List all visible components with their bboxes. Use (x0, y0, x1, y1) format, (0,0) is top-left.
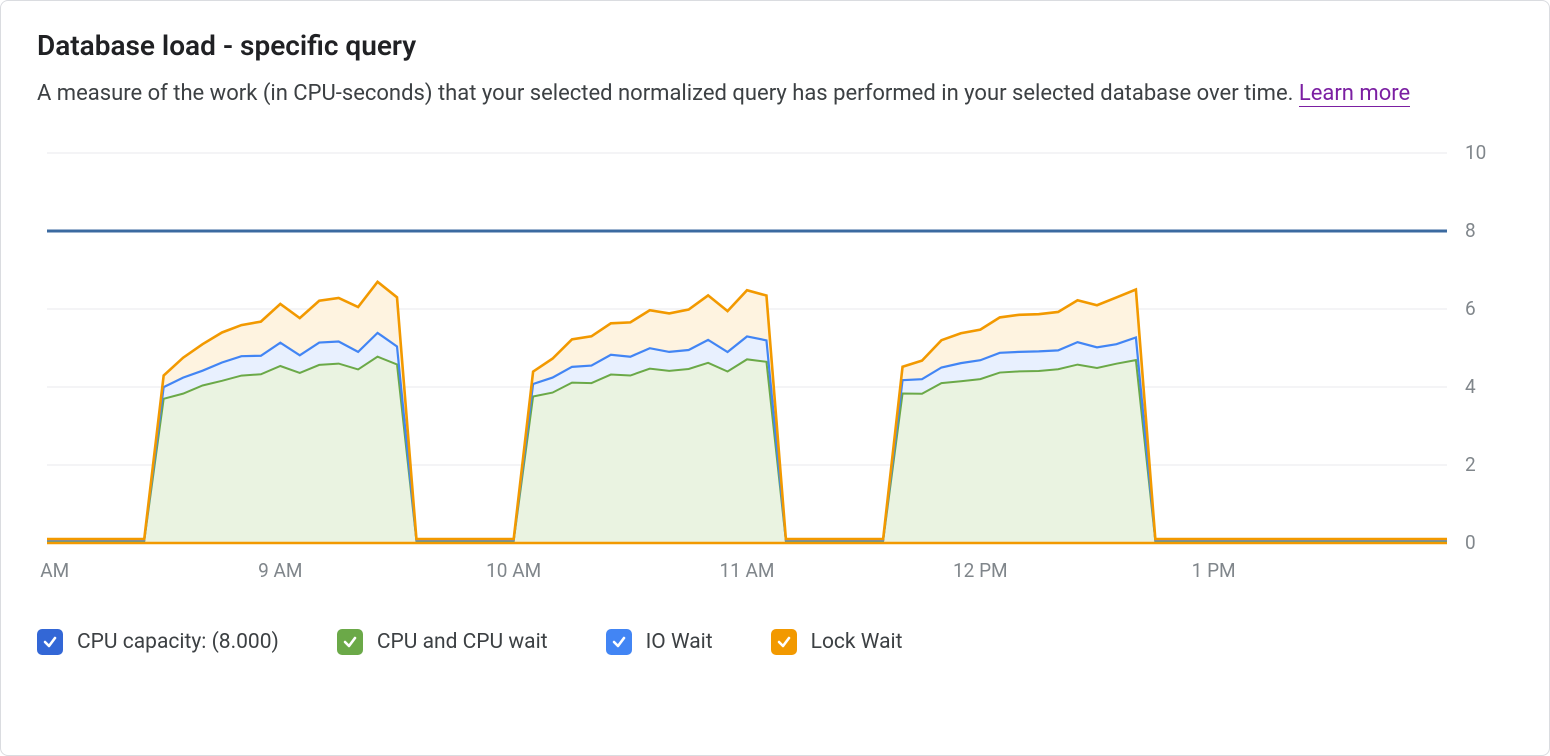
chart-container: 0 2 4 6 8 10 8 AM 9 AM 10 AM 11 AM 12 PM 1 PM (37, 143, 1513, 603)
card-title: Database load - specific query (37, 29, 1513, 62)
database-load-card: Database load - specific query A measure… (0, 0, 1550, 756)
legend-item-cpu-capacity[interactable]: CPU capacity: (8.000) (37, 629, 279, 655)
svg-text:12 PM: 12 PM (953, 559, 1008, 582)
checkbox-icon (771, 629, 797, 655)
description-text: A measure of the work (in CPU-seconds) t… (37, 81, 1299, 106)
svg-text:11 AM: 11 AM (719, 559, 774, 582)
card-description: A measure of the work (in CPU-seconds) t… (37, 76, 1457, 111)
svg-text:6: 6 (1465, 297, 1476, 320)
svg-text:9 AM: 9 AM (258, 559, 302, 582)
legend-item-cpu-wait[interactable]: CPU and CPU wait (337, 629, 548, 655)
database-load-chart: 0 2 4 6 8 10 8 AM 9 AM 10 AM 11 AM 12 PM 1 PM (37, 143, 1507, 603)
checkbox-icon (37, 629, 63, 655)
legend-label: CPU capacity: (8.000) (77, 630, 279, 654)
learn-more-link[interactable]: Learn more (1299, 81, 1410, 107)
legend-label: CPU and CPU wait (377, 630, 548, 654)
svg-text:1 PM: 1 PM (1192, 559, 1236, 582)
checkbox-icon (337, 629, 363, 655)
legend-item-io-wait[interactable]: IO Wait (606, 629, 713, 655)
checkbox-icon (606, 629, 632, 655)
svg-text:10: 10 (1465, 143, 1486, 164)
legend-label: IO Wait (646, 630, 713, 654)
svg-text:0: 0 (1465, 531, 1476, 554)
legend-item-lock-wait[interactable]: Lock Wait (771, 629, 903, 655)
chart-legend: CPU capacity: (8.000) CPU and CPU wait I… (37, 629, 1513, 655)
svg-text:10 AM: 10 AM (486, 559, 541, 582)
svg-text:8: 8 (1465, 219, 1476, 242)
svg-text:2: 2 (1465, 453, 1476, 476)
svg-text:8 AM: 8 AM (37, 559, 69, 582)
svg-text:4: 4 (1465, 375, 1476, 398)
legend-label: Lock Wait (811, 630, 903, 654)
